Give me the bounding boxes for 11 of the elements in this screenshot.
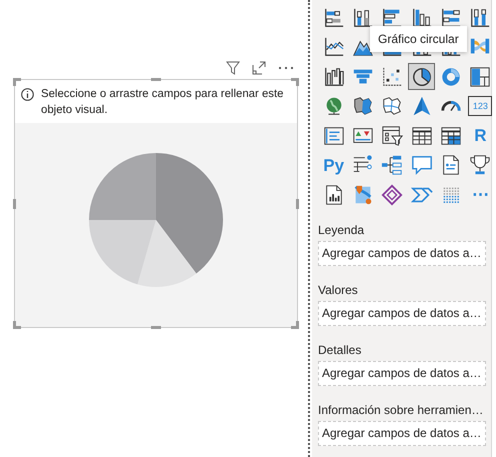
message-text: Seleccione o arrastre campos para rellenar este objeto visual. [41,87,284,118]
well-label: Leyenda [318,222,366,238]
well-label: Valores [318,282,359,298]
tooltip: Gráfico circular [370,26,467,52]
well-label: Información sobre herramien… [318,402,484,418]
drop-field[interactable]: Agregar campos de datos a… [318,420,486,446]
visual-card[interactable]: Seleccione o arrastre campos para rellenar este objeto visual. [14,79,298,328]
drop-field[interactable]: Agregar campos de datos a… [318,300,486,326]
drop-field[interactable]: Agregar campos de datos a… [318,240,486,266]
well-label: Detalles [318,342,362,358]
drop-field[interactable]: Agregar campos de datos a… [318,360,486,386]
